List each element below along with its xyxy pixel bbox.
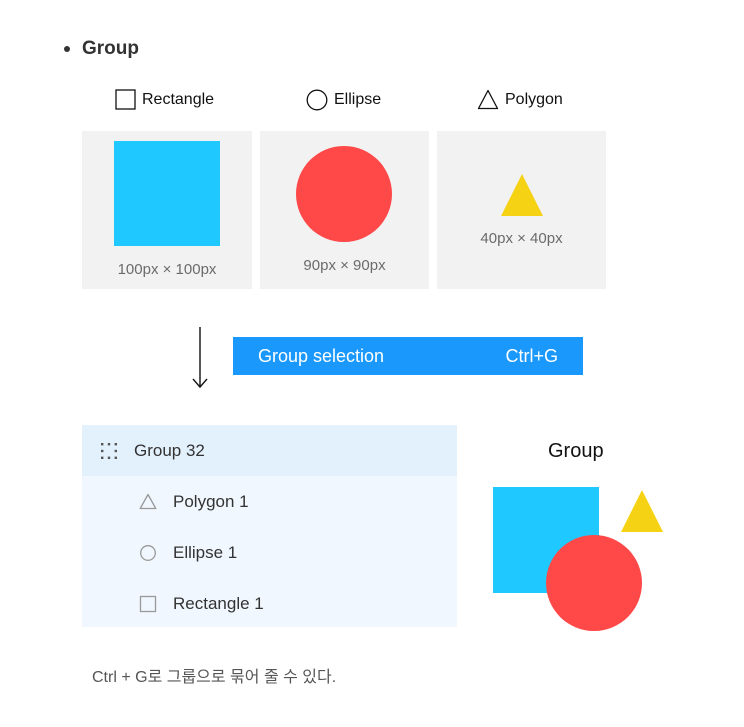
circle-outline-icon [138, 543, 158, 563]
circle-icon [306, 89, 328, 111]
shortcut-note: Ctrl + G로 그룹으로 묶어 줄 수 있다. [92, 669, 337, 686]
layer-polygon-name: Polygon 1 [173, 491, 249, 511]
rectangle-size-caption: 100px × 100px [117, 261, 217, 278]
grouped-polygon [621, 490, 663, 532]
square-outline-icon [138, 594, 158, 614]
polygon-shape [501, 174, 543, 216]
bullet-icon [64, 46, 70, 52]
group-selection-label: Group selection [258, 345, 385, 366]
group-selection-menu-item[interactable]: Group selection Ctrl+G [233, 337, 583, 375]
rectangle-shape [114, 141, 220, 246]
layer-group-name: Group 32 [134, 440, 205, 460]
rectangle-card: 100px × 100px [82, 131, 252, 289]
polygon-card: 40px × 40px [437, 131, 606, 289]
ellipse-label-text: Ellipse [334, 91, 382, 108]
grouped-result-title: Group [548, 440, 604, 462]
ellipse-label: Ellipse [306, 89, 381, 111]
layer-row-polygon[interactable]: Polygon 1 [82, 476, 457, 527]
layer-row-ellipse[interactable]: Ellipse 1 [82, 527, 457, 578]
ellipse-size-caption: 90px × 90px [303, 257, 386, 274]
polygon-label: Polygon [477, 89, 563, 110]
group-shortcut: Ctrl+G [505, 345, 558, 366]
triangle-outline-icon [138, 492, 158, 512]
group-dashed-icon [99, 441, 119, 461]
layer-group-row[interactable]: Group 32 [82, 425, 457, 476]
rectangle-label: Rectangle [115, 89, 214, 110]
arrow-down-icon [192, 327, 208, 389]
polygon-size-caption: 40px × 40px [480, 230, 563, 247]
ellipse-shape [296, 146, 392, 242]
heading-text: Group [82, 38, 139, 59]
ellipse-card: 90px × 90px [260, 131, 429, 289]
rectangle-label-text: Rectangle [142, 90, 215, 108]
layer-row-rectangle[interactable]: Rectangle 1 [82, 578, 457, 629]
layer-rectangle-name: Rectangle 1 [173, 593, 264, 613]
square-icon [115, 89, 136, 110]
polygon-label-text: Polygon [505, 90, 563, 108]
section-heading: Group [64, 38, 139, 60]
grouped-ellipse [546, 535, 642, 631]
triangle-icon [477, 89, 499, 110]
layer-ellipse-name: Ellipse 1 [173, 542, 238, 562]
layers-panel: Group 32 Polygon 1 Ellipse 1 Rectangle 1 [82, 425, 457, 627]
